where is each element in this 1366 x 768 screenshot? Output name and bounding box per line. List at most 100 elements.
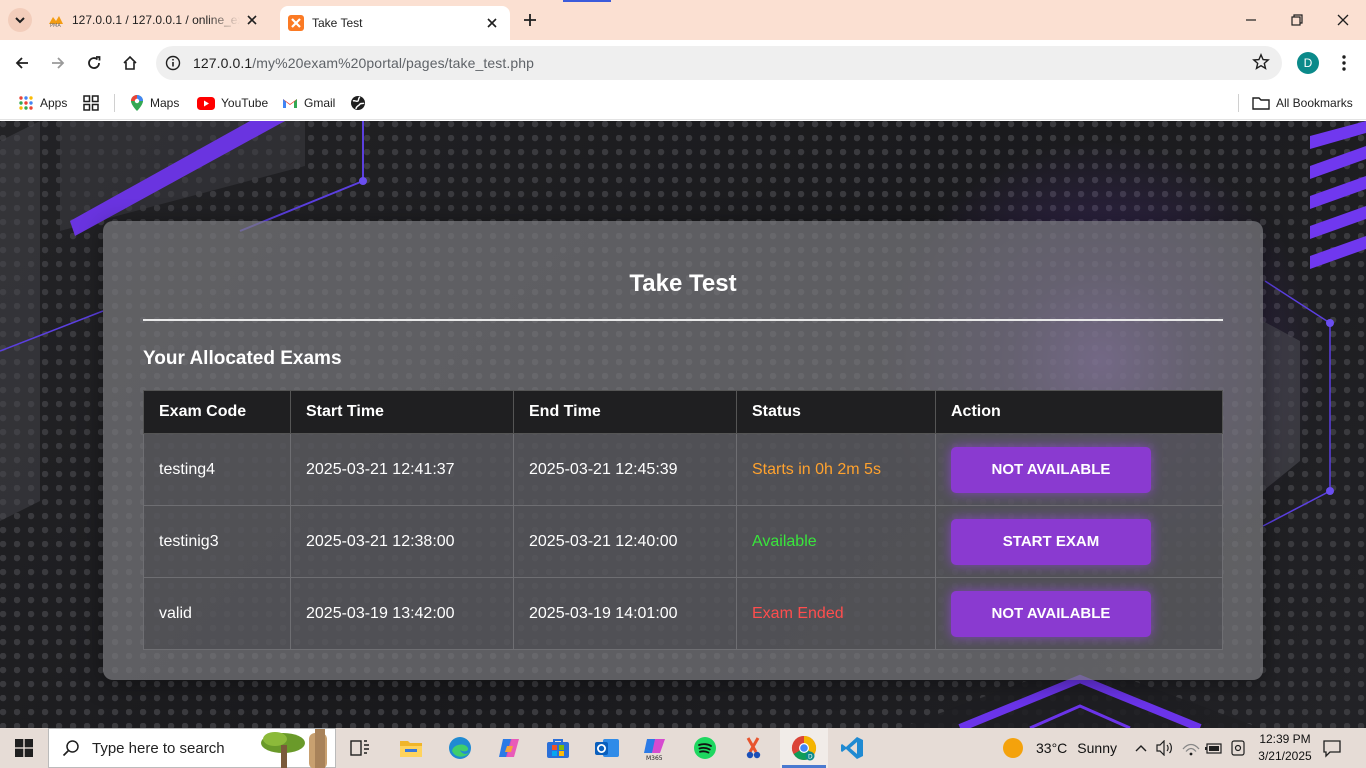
copilot-button[interactable] <box>495 734 523 762</box>
close-icon[interactable] <box>484 15 500 31</box>
show-hidden-icons-button[interactable] <box>1132 738 1150 758</box>
end-time: 2025-03-21 12:40:00 <box>513 505 737 578</box>
restore-icon <box>1291 14 1303 26</box>
site-info-icon[interactable] <box>162 52 184 74</box>
chrome-button[interactable]: D <box>790 734 818 762</box>
reload-button[interactable] <box>80 49 108 77</box>
start-time: 2025-03-21 12:38:00 <box>290 505 514 578</box>
maps-icon <box>130 94 144 112</box>
end-time: 2025-03-21 12:45:39 <box>513 433 737 506</box>
more-menu-icon[interactable] <box>1334 52 1354 74</box>
taskbar-clock[interactable]: 12:39 PM 3/21/2025 <box>1255 731 1315 765</box>
start-time: 2025-03-21 12:41:37 <box>290 433 514 506</box>
bookmark-maps[interactable]: Maps <box>130 92 179 114</box>
tab-phpmyadmin[interactable]: PMA 127.0.0.1 / 127.0.0.1 / online_exam <box>40 0 276 40</box>
notification-center-button[interactable] <box>1322 738 1342 763</box>
edge-icon <box>449 737 471 759</box>
new-tab-button[interactable] <box>518 10 542 30</box>
arrow-left-icon <box>15 57 28 69</box>
title-divider <box>143 319 1223 321</box>
url-text: 127.0.0.1/my%20exam%20portal/pages/take_… <box>193 55 534 71</box>
not-available-button[interactable]: Not Available <box>951 446 1151 493</box>
tab-groups-button[interactable] <box>83 92 105 114</box>
page-viewport: Take Test Your Allocated Exams Exam Code… <box>0 121 1366 728</box>
snipping-tool-button[interactable] <box>740 734 768 762</box>
arrow-right-icon <box>52 57 65 69</box>
spotify-icon <box>694 737 716 759</box>
youtube-icon <box>197 96 215 110</box>
forward-button[interactable] <box>44 49 72 77</box>
taskbar-search[interactable]: Type here to search <box>48 728 336 768</box>
spotify-button[interactable] <box>691 734 719 762</box>
chevron-up-icon <box>1135 745 1147 752</box>
exam-code: testinig3 <box>143 505 291 578</box>
column-header: Exam Code <box>143 390 291 434</box>
close-icon[interactable] <box>244 12 260 28</box>
battery-button[interactable] <box>1204 738 1224 758</box>
microsoft-365-button[interactable]: M365 <box>641 734 669 762</box>
bookmark-gmail[interactable]: Gmail <box>282 92 335 114</box>
table-header-row: Exam Code Start Time End Time Status Act… <box>143 390 1223 434</box>
home-button[interactable] <box>116 49 144 77</box>
bookmark-label: Apps <box>40 96 68 110</box>
language-button[interactable] <box>1228 738 1248 758</box>
table-row: testing4 2025-03-21 12:41:37 2025-03-21 … <box>143 433 1223 506</box>
tab-take-test[interactable]: Take Test <box>280 6 510 40</box>
action-cell: Not Available <box>935 577 1223 650</box>
bookmark-separator <box>114 94 115 112</box>
store-icon <box>547 739 569 758</box>
weather-temp: 33°C <box>1036 740 1068 756</box>
clock-time: 12:39 PM <box>1259 732 1311 746</box>
bookmarks-bar: Apps Maps YouTube Gmail All Bookmarks <box>0 86 1366 120</box>
exam-code: valid <box>143 577 291 650</box>
weather-condition: Sunny <box>1077 740 1117 756</box>
volume-button[interactable] <box>1155 738 1175 758</box>
file-explorer-button[interactable] <box>397 734 425 762</box>
bookmark-star-icon[interactable] <box>1252 53 1270 76</box>
bookmark-globe[interactable] <box>350 92 372 114</box>
network-button[interactable] <box>1180 738 1202 758</box>
restore-button[interactable] <box>1274 0 1320 40</box>
edge-button[interactable] <box>446 734 474 762</box>
chevron-down-icon <box>15 17 25 24</box>
all-bookmarks-button[interactable]: All Bookmarks <box>1252 92 1353 114</box>
windows-logo-icon <box>15 739 33 757</box>
vscode-icon <box>841 737 863 759</box>
vscode-button[interactable] <box>838 734 866 762</box>
folder-icon <box>1252 96 1270 110</box>
outlook-button[interactable] <box>593 734 621 762</box>
chrome-icon: D <box>791 736 817 761</box>
weather-widget[interactable]: 33°C Sunny <box>1003 728 1117 768</box>
profile-avatar[interactable]: D <box>1297 52 1319 74</box>
xampp-icon <box>288 15 304 31</box>
column-header: Start Time <box>290 390 514 434</box>
tab-drag-accent <box>563 0 611 2</box>
reload-icon <box>88 56 101 69</box>
phpmyadmin-icon: PMA <box>49 16 63 28</box>
not-available-button[interactable]: Not Available <box>951 590 1151 637</box>
task-view-button[interactable] <box>346 734 374 762</box>
browser-toolbar: 127.0.0.1/my%20exam%20portal/pages/take_… <box>0 40 1366 86</box>
store-button[interactable] <box>544 734 572 762</box>
column-header: Action <box>935 390 1223 434</box>
back-button[interactable] <box>8 49 36 77</box>
bookmark-youtube[interactable]: YouTube <box>197 92 268 114</box>
tab-search-button[interactable] <box>8 8 32 32</box>
close-window-button[interactable] <box>1320 0 1366 40</box>
address-bar[interactable]: 127.0.0.1/my%20exam%20portal/pages/take_… <box>156 46 1282 80</box>
url-path: /my%20exam%20portal/pages/take_test.php <box>252 55 535 71</box>
all-bookmarks-label: All Bookmarks <box>1276 96 1353 110</box>
bookmark-apps[interactable]: Apps <box>18 92 67 114</box>
speaker-icon <box>1156 740 1172 756</box>
minimize-button[interactable] <box>1228 0 1274 40</box>
start-exam-button[interactable]: Start Exam <box>951 518 1151 565</box>
table-row: valid 2025-03-19 13:42:00 2025-03-19 14:… <box>143 577 1223 650</box>
plus-icon <box>524 14 536 26</box>
start-time: 2025-03-19 13:42:00 <box>290 577 514 650</box>
bookmark-label: Gmail <box>304 96 336 110</box>
notification-icon <box>1323 740 1341 758</box>
start-button[interactable] <box>0 728 48 768</box>
status-text: Available <box>736 505 936 578</box>
tree-illustration-icon <box>261 729 327 768</box>
folder-icon <box>400 741 422 757</box>
